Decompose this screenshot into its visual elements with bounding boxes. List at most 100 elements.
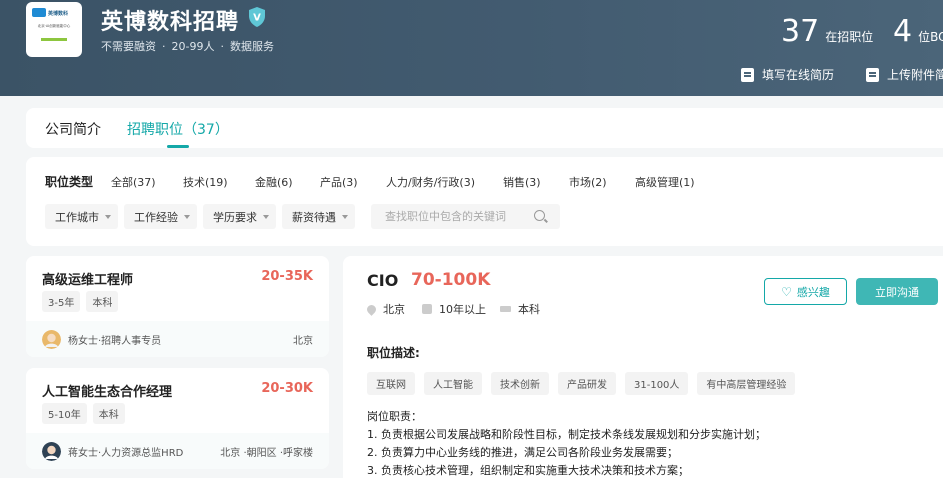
- location-pin-icon: [365, 302, 378, 316]
- education-dropdown[interactable]: 学历要求: [203, 204, 276, 229]
- dropdown-label: 工作城市: [55, 210, 99, 224]
- dropdown-label: 学历要求: [213, 210, 257, 224]
- caret-down-icon: [105, 214, 111, 219]
- company-logo: 英博数科 北京·AI创新赋能中心: [26, 2, 82, 57]
- description-line: 3. 负责核心技术管理，组织制定和实施重大技术决策和技术方案；: [367, 464, 689, 477]
- company-meta: 不需要融资 · 20-99人 · 数据服务: [101, 40, 274, 53]
- job-card-footer: 蒋女士·人力资源总监HRD 北京 ·朝阳区 ·呼家楼: [26, 433, 329, 469]
- action-label: 上传附件简: [887, 68, 943, 82]
- detail-meta-text: 本科: [518, 303, 540, 316]
- job-salary: 20-35K: [261, 269, 313, 284]
- detail-meta-text: 10年以上: [439, 303, 486, 316]
- stat-open-positions: 37 在招职位: [781, 14, 873, 49]
- dropdown-label: 工作经验: [134, 210, 178, 224]
- upload-icon: [866, 67, 879, 82]
- category-tech[interactable]: 技术(19): [183, 174, 228, 190]
- detail-tag: 互联网: [367, 372, 415, 395]
- detail-tag: 人工智能: [424, 372, 482, 395]
- logo-bar: [41, 38, 67, 41]
- funding-stage: 不需要融资: [101, 40, 156, 53]
- job-filters: 职位类型 全部(37) 技术(19) 金融(6) 产品(3) 人力/财务/行政(…: [26, 157, 943, 246]
- detail-tag: 有中高层管理经验: [697, 372, 796, 395]
- company-header: 英博数科 北京·AI创新赋能中心 英博数科招聘 V 不需要融资 · 20-99人 · 数…: [0, 0, 943, 96]
- stat-num: 4: [893, 14, 913, 49]
- recruiter-avatar: [42, 442, 61, 461]
- job-salary: 20-30K: [261, 381, 313, 396]
- recruiter-avatar: [42, 330, 61, 349]
- tab-company-intro[interactable]: 公司简介: [45, 119, 101, 139]
- detail-meta-text: 北京: [383, 303, 405, 316]
- job-card-footer: 杨女士·招聘人事专员 北京: [26, 321, 329, 357]
- description-line: 2. 负责算力中心业务线的推进，满足公司各阶段业务发展需要；: [367, 446, 678, 459]
- detail-tags: 互联网 人工智能 技术创新 产品研发 31-100人 有中高层管理经验: [367, 372, 796, 395]
- job-tag: 5-10年: [42, 403, 87, 424]
- job-tags: 3-5年 本科: [42, 291, 119, 312]
- tab-job-openings[interactable]: 招聘职位（37）: [127, 119, 229, 139]
- logo-brand: 英博数科: [48, 11, 69, 17]
- search-icon[interactable]: [534, 210, 545, 221]
- category-marketing[interactable]: 市场(2): [569, 174, 607, 190]
- action-label: 填写在线简历: [762, 68, 835, 82]
- fill-online-resume-button[interactable]: 填写在线简历: [741, 66, 834, 83]
- briefcase-icon: [422, 304, 432, 314]
- button-label: 感兴趣: [796, 285, 830, 299]
- dropdown-label: 薪资待遇: [292, 210, 336, 224]
- logo-mark-icon: [32, 8, 46, 17]
- job-keyword-search-input[interactable]: [371, 204, 560, 229]
- stat-num: 37: [781, 14, 820, 49]
- job-list-item[interactable]: 人工智能生态合作经理 20-30K 5-10年 本科 蒋女士·人力资源总监HRD…: [26, 368, 329, 469]
- job-location: 北京 ·朝阳区 ·呼家楼: [220, 448, 313, 459]
- job-description-heading: 职位描述:: [367, 346, 420, 360]
- stat-label: 位BO: [918, 30, 943, 44]
- stat-bosses: 4 位BO: [893, 14, 943, 49]
- category-senior-management[interactable]: 高级管理(1): [635, 174, 695, 190]
- description-line: 岗位职责：: [367, 410, 422, 423]
- description-line: 1. 负责根据公司发展战略和阶段性目标，制定技术条线发展规划和分步实施计划；: [367, 428, 766, 441]
- resume-icon: [741, 67, 754, 82]
- company-name: 英博数科招聘: [101, 10, 240, 35]
- job-tag: 本科: [92, 403, 125, 424]
- verified-shield-icon: V: [249, 7, 265, 27]
- job-tags: 5-10年 本科: [42, 403, 125, 424]
- job-title: 人工智能生态合作经理: [42, 385, 173, 400]
- job-title: 高级运维工程师: [42, 273, 134, 288]
- interested-button[interactable]: ♡ 感兴趣: [764, 278, 847, 305]
- city-dropdown[interactable]: 工作城市: [45, 204, 118, 229]
- detail-salary: 70-100K: [411, 270, 491, 290]
- caret-down-icon: [342, 214, 348, 219]
- detail-city: 北京: [365, 301, 405, 317]
- filter-title: 职位类型: [45, 175, 94, 189]
- job-tag: 本科: [86, 291, 119, 312]
- detail-tag: 31-100人: [625, 372, 689, 395]
- caret-down-icon: [263, 214, 269, 219]
- salary-dropdown[interactable]: 薪资待遇: [282, 204, 355, 229]
- job-description-body: 岗位职责： 1. 负责根据公司发展战略和阶段性目标，制定技术条线发展规划和分步实…: [367, 408, 766, 478]
- category-sales[interactable]: 销售(3): [503, 174, 541, 190]
- industry: 数据服务: [229, 40, 274, 53]
- job-location: 北京: [293, 336, 313, 347]
- category-finance[interactable]: 金融(6): [255, 174, 293, 190]
- caret-down-icon: [184, 214, 190, 219]
- job-tag: 3-5年: [42, 291, 81, 312]
- detail-experience: 10年以上: [422, 301, 486, 317]
- job-detail-panel: CIO 70-100K 北京 10年以上 本科 ♡ 感兴趣 立即沟通 职位描述: …: [343, 256, 943, 478]
- active-tab-indicator: [167, 145, 189, 148]
- category-all[interactable]: 全部(37): [111, 174, 156, 190]
- detail-job-title: CIO: [367, 271, 399, 290]
- graduation-cap-icon: [500, 306, 511, 312]
- stat-label: 在招职位: [825, 30, 874, 44]
- recruiter-name: 杨女士·招聘人事专员: [68, 336, 162, 347]
- heart-icon: ♡: [781, 284, 792, 299]
- company-size: 20-99人: [171, 40, 215, 53]
- detail-tag: 技术创新: [491, 372, 549, 395]
- experience-dropdown[interactable]: 工作经验: [124, 204, 197, 229]
- verified-badge-text: V: [253, 13, 261, 24]
- logo-subtitle: 北京·AI创新赋能中心: [37, 24, 71, 28]
- category-hr-finance-admin[interactable]: 人力/财务/行政(3): [386, 174, 475, 190]
- company-tabs: 公司简介 招聘职位（37）: [26, 108, 943, 148]
- upload-attachment-button[interactable]: 上传附件简: [866, 66, 943, 83]
- detail-tag: 产品研发: [558, 372, 616, 395]
- chat-now-button[interactable]: 立即沟通: [856, 278, 938, 305]
- category-product[interactable]: 产品(3): [320, 174, 358, 190]
- job-list-item[interactable]: 高级运维工程师 20-35K 3-5年 本科 杨女士·招聘人事专员 北京: [26, 256, 329, 357]
